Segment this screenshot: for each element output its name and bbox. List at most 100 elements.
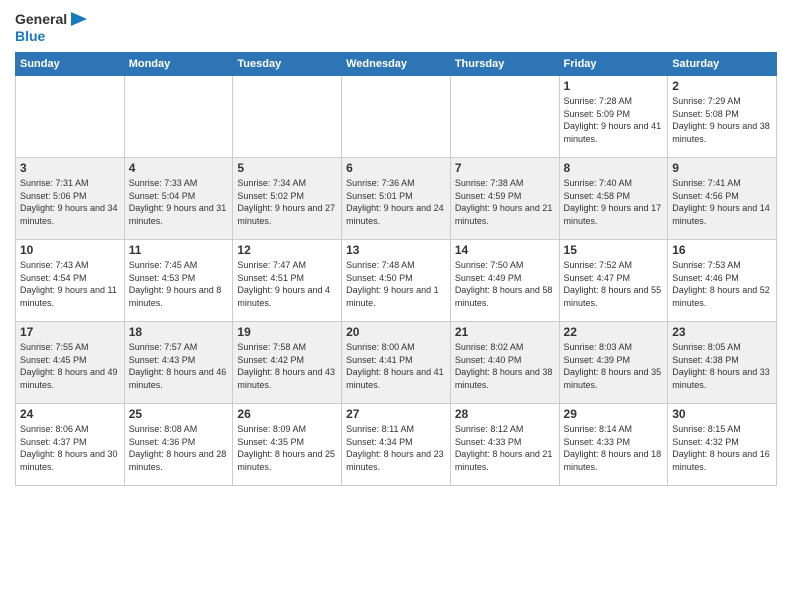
day-number: 25 [129, 407, 229, 421]
calendar-cell: 18 Sunrise: 7:57 AM Sunset: 4:43 PM Dayli… [124, 322, 233, 404]
day-info: Sunrise: 7:50 AM Sunset: 4:49 PM Dayligh… [455, 259, 555, 309]
day-number: 27 [346, 407, 446, 421]
calendar-cell [450, 76, 559, 158]
day-number: 7 [455, 161, 555, 175]
day-info: Sunrise: 7:58 AM Sunset: 4:42 PM Dayligh… [237, 341, 337, 391]
day-info: Sunrise: 7:41 AM Sunset: 4:56 PM Dayligh… [672, 177, 772, 227]
week-row-3: 10 Sunrise: 7:43 AM Sunset: 4:54 PM Dayli… [16, 240, 777, 322]
weekday-header-tuesday: Tuesday [233, 53, 342, 76]
calendar-cell: 24 Sunrise: 8:06 AM Sunset: 4:37 PM Dayli… [16, 404, 125, 486]
day-info: Sunrise: 7:48 AM Sunset: 4:50 PM Dayligh… [346, 259, 446, 309]
calendar-cell: 22 Sunrise: 8:03 AM Sunset: 4:39 PM Dayli… [559, 322, 668, 404]
day-number: 11 [129, 243, 229, 257]
day-info: Sunrise: 7:53 AM Sunset: 4:46 PM Dayligh… [672, 259, 772, 309]
day-number: 2 [672, 79, 772, 93]
day-info: Sunrise: 7:57 AM Sunset: 4:43 PM Dayligh… [129, 341, 229, 391]
weekday-header-thursday: Thursday [450, 53, 559, 76]
calendar-cell: 12 Sunrise: 7:47 AM Sunset: 4:51 PM Dayli… [233, 240, 342, 322]
day-number: 23 [672, 325, 772, 339]
day-info: Sunrise: 8:08 AM Sunset: 4:36 PM Dayligh… [129, 423, 229, 473]
calendar-cell [342, 76, 451, 158]
day-number: 1 [564, 79, 664, 93]
calendar-cell: 11 Sunrise: 7:45 AM Sunset: 4:53 PM Dayli… [124, 240, 233, 322]
calendar-cell: 2 Sunrise: 7:29 AM Sunset: 5:08 PM Daylig… [668, 76, 777, 158]
day-info: Sunrise: 8:06 AM Sunset: 4:37 PM Dayligh… [20, 423, 120, 473]
day-info: Sunrise: 8:02 AM Sunset: 4:40 PM Dayligh… [455, 341, 555, 391]
day-number: 13 [346, 243, 446, 257]
day-number: 9 [672, 161, 772, 175]
weekday-header-saturday: Saturday [668, 53, 777, 76]
day-number: 22 [564, 325, 664, 339]
logo: General Blue [15, 10, 87, 44]
day-info: Sunrise: 7:40 AM Sunset: 4:58 PM Dayligh… [564, 177, 664, 227]
calendar-cell: 7Sunrise: 7:38 AM Sunset: 4:59 PM Daylig… [450, 158, 559, 240]
calendar-cell: 20 Sunrise: 8:00 AM Sunset: 4:41 PM Dayli… [342, 322, 451, 404]
day-info: Sunrise: 7:36 AM Sunset: 5:01 PM Dayligh… [346, 177, 446, 227]
calendar-cell [16, 76, 125, 158]
day-number: 18 [129, 325, 229, 339]
day-number: 6 [346, 161, 446, 175]
weekday-header-sunday: Sunday [16, 53, 125, 76]
day-number: 30 [672, 407, 772, 421]
day-number: 24 [20, 407, 120, 421]
day-number: 26 [237, 407, 337, 421]
calendar-cell [124, 76, 233, 158]
calendar-cell: 25 Sunrise: 8:08 AM Sunset: 4:36 PM Dayli… [124, 404, 233, 486]
main-container: General Blue SundayMondayTuesdayWednesda… [0, 0, 792, 491]
week-row-4: 17 Sunrise: 7:55 AM Sunset: 4:45 PM Dayli… [16, 322, 777, 404]
day-number: 10 [20, 243, 120, 257]
calendar-cell: 29Sunrise: 8:14 AM Sunset: 4:33 PM Dayli… [559, 404, 668, 486]
day-number: 8 [564, 161, 664, 175]
day-number: 4 [129, 161, 229, 175]
calendar-cell: 14Sunrise: 7:50 AM Sunset: 4:49 PM Dayli… [450, 240, 559, 322]
day-info: Sunrise: 8:03 AM Sunset: 4:39 PM Dayligh… [564, 341, 664, 391]
day-number: 19 [237, 325, 337, 339]
day-number: 28 [455, 407, 555, 421]
day-info: Sunrise: 7:33 AM Sunset: 5:04 PM Dayligh… [129, 177, 229, 227]
calendar-table: SundayMondayTuesdayWednesdayThursdayFrid… [15, 52, 777, 486]
weekday-header-wednesday: Wednesday [342, 53, 451, 76]
day-info: Sunrise: 7:55 AM Sunset: 4:45 PM Dayligh… [20, 341, 120, 391]
logo-arrow-icon [69, 10, 87, 28]
calendar-cell: 16Sunrise: 7:53 AM Sunset: 4:46 PM Dayli… [668, 240, 777, 322]
calendar-cell: 8 Sunrise: 7:40 AM Sunset: 4:58 PM Daylig… [559, 158, 668, 240]
day-info: Sunrise: 8:09 AM Sunset: 4:35 PM Dayligh… [237, 423, 337, 473]
day-info: Sunrise: 7:52 AM Sunset: 4:47 PM Dayligh… [564, 259, 664, 309]
week-row-5: 24 Sunrise: 8:06 AM Sunset: 4:37 PM Dayli… [16, 404, 777, 486]
day-number: 20 [346, 325, 446, 339]
calendar-cell: 3 Sunrise: 7:31 AM Sunset: 5:06 PM Daylig… [16, 158, 125, 240]
day-info: Sunrise: 8:00 AM Sunset: 4:41 PM Dayligh… [346, 341, 446, 391]
day-number: 3 [20, 161, 120, 175]
calendar-cell: 28 Sunrise: 8:12 AM Sunset: 4:33 PM Dayli… [450, 404, 559, 486]
calendar-cell: 13 Sunrise: 7:48 AM Sunset: 4:50 PM Dayli… [342, 240, 451, 322]
day-info: Sunrise: 7:47 AM Sunset: 4:51 PM Dayligh… [237, 259, 337, 309]
calendar-cell: 5Sunrise: 7:34 AM Sunset: 5:02 PM Daylig… [233, 158, 342, 240]
day-info: Sunrise: 7:45 AM Sunset: 4:53 PM Dayligh… [129, 259, 229, 309]
day-info: Sunrise: 7:31 AM Sunset: 5:06 PM Dayligh… [20, 177, 120, 227]
day-info: Sunrise: 7:28 AM Sunset: 5:09 PM Dayligh… [564, 95, 664, 145]
week-row-2: 3 Sunrise: 7:31 AM Sunset: 5:06 PM Daylig… [16, 158, 777, 240]
calendar-cell [233, 76, 342, 158]
calendar-cell: 15 Sunrise: 7:52 AM Sunset: 4:47 PM Dayli… [559, 240, 668, 322]
day-info: Sunrise: 7:43 AM Sunset: 4:54 PM Dayligh… [20, 259, 120, 309]
calendar-cell: 9 Sunrise: 7:41 AM Sunset: 4:56 PM Daylig… [668, 158, 777, 240]
logo-blue: Blue [15, 28, 45, 44]
calendar-cell: 30 Sunrise: 8:15 AM Sunset: 4:32 PM Dayli… [668, 404, 777, 486]
day-info: Sunrise: 8:15 AM Sunset: 4:32 PM Dayligh… [672, 423, 772, 473]
calendar-cell: 10 Sunrise: 7:43 AM Sunset: 4:54 PM Dayli… [16, 240, 125, 322]
day-info: Sunrise: 8:05 AM Sunset: 4:38 PM Dayligh… [672, 341, 772, 391]
day-info: Sunrise: 8:14 AM Sunset: 4:33 PM Dayligh… [564, 423, 664, 473]
calendar-cell: 27 Sunrise: 8:11 AM Sunset: 4:34 PM Dayli… [342, 404, 451, 486]
calendar-cell: 17 Sunrise: 7:55 AM Sunset: 4:45 PM Dayli… [16, 322, 125, 404]
day-info: Sunrise: 7:29 AM Sunset: 5:08 PM Dayligh… [672, 95, 772, 145]
weekday-header-friday: Friday [559, 53, 668, 76]
day-number: 12 [237, 243, 337, 257]
day-number: 21 [455, 325, 555, 339]
day-number: 5 [237, 161, 337, 175]
day-info: Sunrise: 8:12 AM Sunset: 4:33 PM Dayligh… [455, 423, 555, 473]
calendar-cell: 26 Sunrise: 8:09 AM Sunset: 4:35 PM Dayli… [233, 404, 342, 486]
day-number: 15 [564, 243, 664, 257]
day-number: 17 [20, 325, 120, 339]
day-info: Sunrise: 8:11 AM Sunset: 4:34 PM Dayligh… [346, 423, 446, 473]
calendar-cell: 21 Sunrise: 8:02 AM Sunset: 4:40 PM Dayli… [450, 322, 559, 404]
